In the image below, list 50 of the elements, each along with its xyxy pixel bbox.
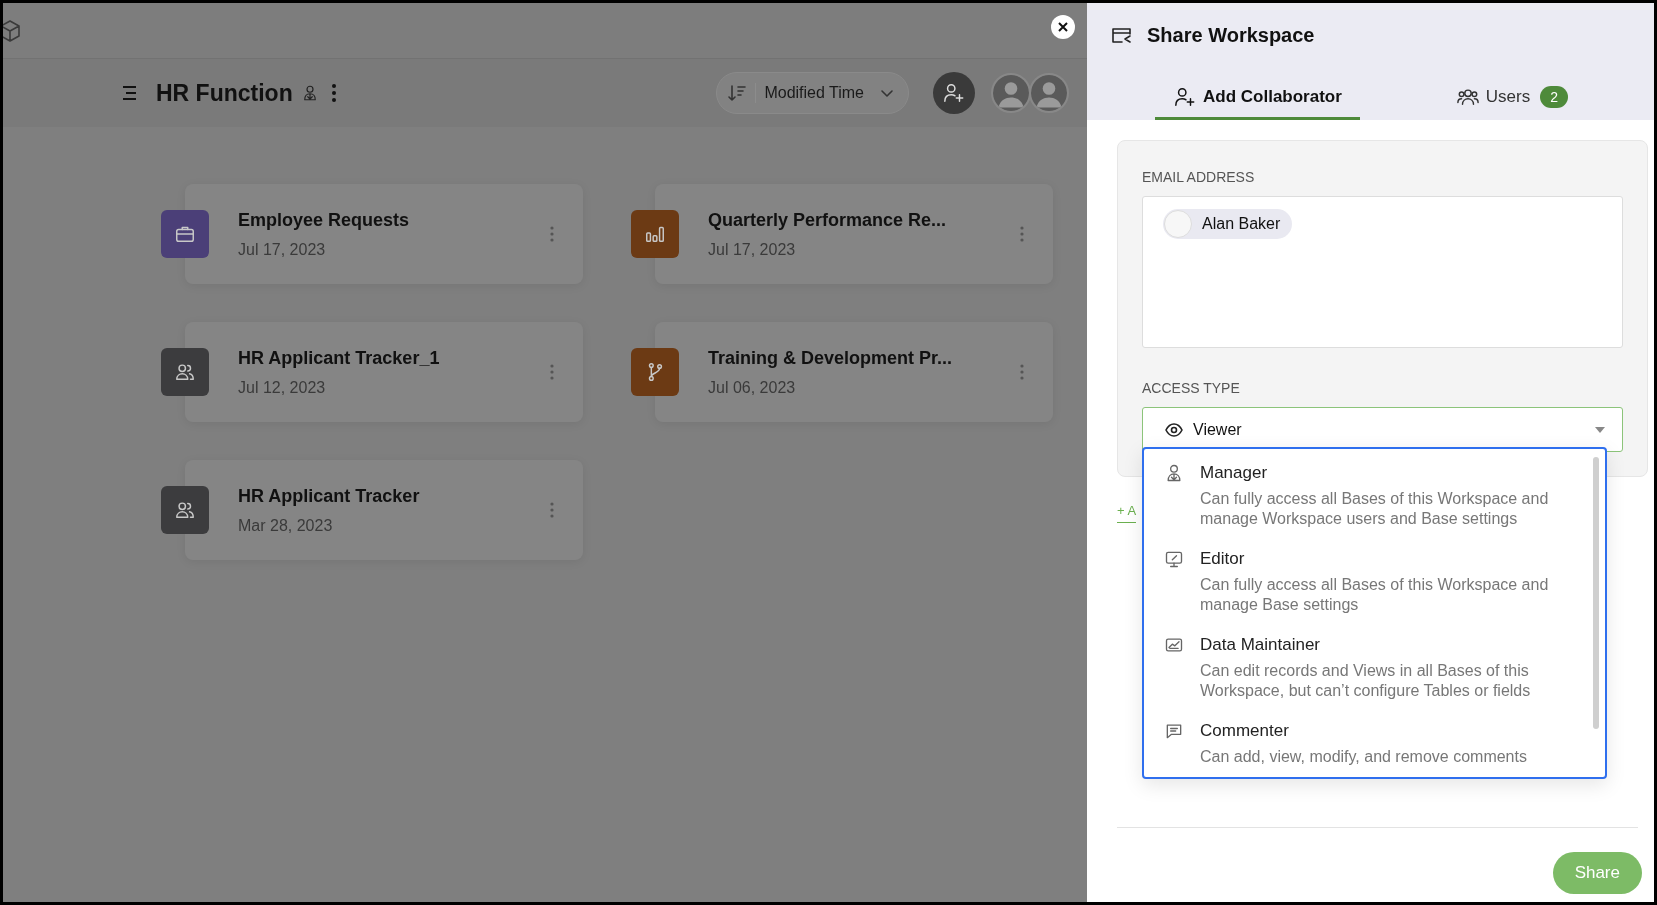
email-field[interactable]: Alan Baker [1142, 196, 1623, 348]
base-title: Employee Requests [238, 209, 411, 231]
field-label: EMAIL ADDRESS [1142, 169, 1256, 185]
cube-logo-icon [3, 17, 21, 44]
more-icon[interactable] [1019, 363, 1025, 381]
eye-icon [1165, 422, 1183, 437]
menu-icon[interactable] [120, 85, 138, 101]
base-title: HR Applicant Tracker_1 [238, 347, 441, 369]
scrollbar-thumb[interactable] [1593, 457, 1599, 729]
base-date: Jul 17, 2023 [238, 240, 327, 259]
base-date: Jul 06, 2023 [708, 378, 797, 397]
add-person-icon [1173, 85, 1197, 108]
workspace-title: HR Function [156, 79, 293, 107]
base-card[interactable]: HR Applicant Tracker_1 Jul 12, 2023 [185, 322, 583, 422]
tab[interactable]: Users 2 [1437, 76, 1587, 120]
more-icon[interactable] [330, 83, 337, 103]
more-icon[interactable] [549, 501, 555, 519]
share-icon [1111, 25, 1133, 46]
tab[interactable]: Add Collaborator [1155, 76, 1360, 120]
panel-title: Share Workspace [1147, 24, 1315, 47]
recipient-chip[interactable]: Alan Baker [1163, 209, 1293, 239]
base-title: HR Applicant Tracker [238, 485, 421, 507]
more-icon[interactable] [1019, 225, 1025, 243]
access-option[interactable]: Editor Can fully access all Bases of this Workspace and manage Base settings [1164, 549, 1569, 615]
close-icon [1058, 22, 1068, 32]
add-user-button[interactable] [933, 72, 975, 114]
avatar-icon[interactable] [1029, 73, 1069, 113]
monitor-icon [1164, 549, 1184, 569]
count-badge: 2 [1540, 85, 1569, 108]
base-card[interactable]: Quarterly Performance Re... Jul 17, 2023 [655, 184, 1053, 284]
base-title: Quarterly Performance Re... [708, 209, 948, 231]
access-option[interactable]: Data Maintainer Can edit records and Views in all Bases of this Workspace, but can’t configure Tables or fields [1164, 635, 1569, 701]
access-option[interactable]: Commenter Can add, view, modify, and remove comments [1164, 721, 1569, 767]
base-card[interactable]: HR Applicant Tracker Mar 28, 2023 [185, 460, 583, 560]
base-title: Training & Development Pr... [708, 347, 954, 369]
chevron-down-icon [880, 88, 894, 98]
base-date: Mar 28, 2023 [238, 516, 334, 535]
avatar-icon[interactable] [991, 73, 1031, 113]
base-card[interactable]: Employee Requests Jul 17, 2023 [185, 184, 583, 284]
base-card[interactable]: Training & Development Pr... Jul 06, 2023 [655, 322, 1053, 422]
dropdown-arrow-icon [1594, 425, 1606, 434]
add-user-icon [943, 82, 965, 104]
base-date: Jul 12, 2023 [238, 378, 327, 397]
sort-icon [727, 83, 757, 103]
base-date: Jul 17, 2023 [708, 240, 797, 259]
more-icon[interactable] [549, 225, 555, 243]
sort-dropdown[interactable]: Modified Time [716, 72, 909, 114]
field-label: ACCESS TYPE [1142, 380, 1241, 396]
more-icon[interactable] [549, 363, 555, 381]
access-option[interactable]: Manager Can fully access all Bases of this Workspace and manage Workspace users and Base settings [1164, 463, 1569, 529]
